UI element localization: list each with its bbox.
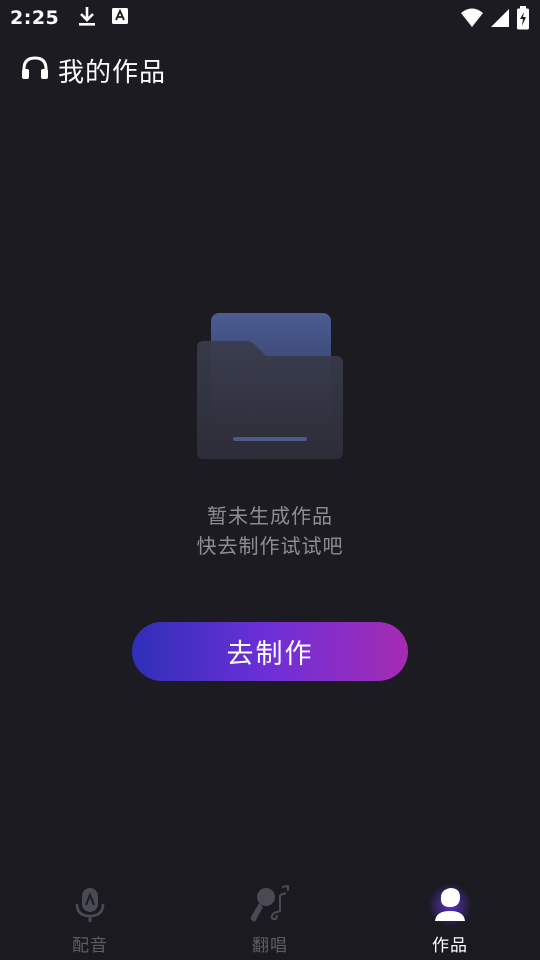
wifi-icon <box>460 7 484 33</box>
empty-folder-illustration <box>196 312 344 462</box>
user-icon <box>428 883 472 927</box>
battery-charging-icon <box>516 6 530 34</box>
header: 我的作品 <box>20 50 166 90</box>
status-bar: 2:25 <box>0 0 540 36</box>
accessibility-a-icon <box>111 7 129 29</box>
karaoke-mic-icon <box>248 883 292 927</box>
empty-message: 暂未生成作品 <box>207 504 333 528</box>
create-button[interactable]: 去制作 <box>132 622 408 681</box>
signal-icon <box>490 7 510 33</box>
download-icon <box>77 5 97 31</box>
nav-item-dubbing[interactable]: 配音 <box>0 875 180 960</box>
page-title: 我的作品 <box>58 57 167 88</box>
status-left-icons <box>77 5 129 31</box>
status-time: 2:25 <box>10 7 60 29</box>
nav-label-cover-singing: 翻唱 <box>252 936 288 956</box>
status-right-icons <box>460 6 530 34</box>
empty-hint: 快去制作试试吧 <box>196 534 344 558</box>
headphones-icon <box>20 55 50 85</box>
nav-label-dubbing: 配音 <box>72 936 108 956</box>
nav-label-works: 作品 <box>432 936 468 956</box>
bottom-nav: 配音 翻唱 作品 <box>0 875 540 960</box>
microphone-icon <box>68 883 112 927</box>
nav-item-works[interactable]: 作品 <box>360 875 540 960</box>
nav-item-cover-singing[interactable]: 翻唱 <box>180 875 360 960</box>
